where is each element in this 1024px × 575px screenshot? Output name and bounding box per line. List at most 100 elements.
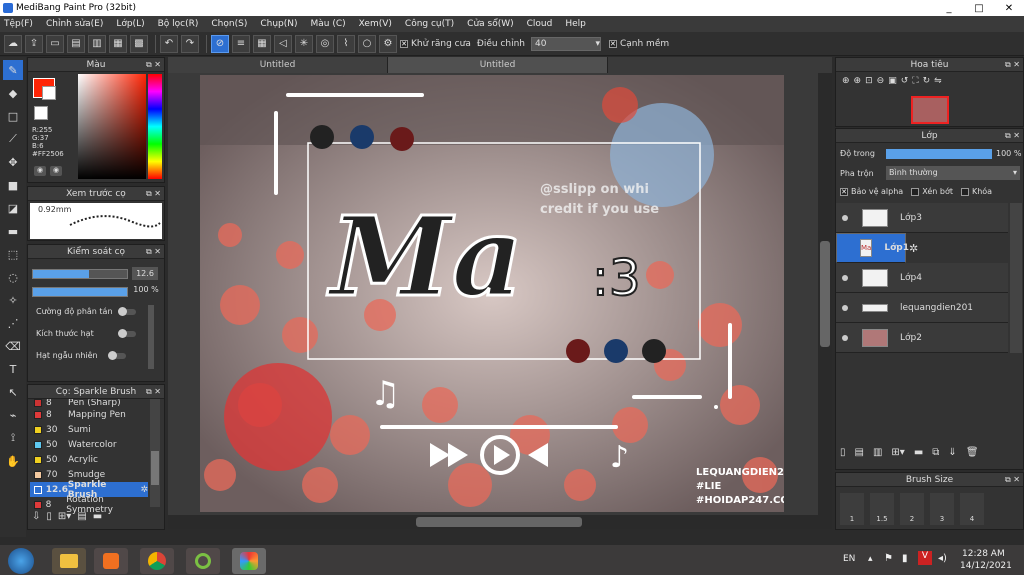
new-halftone-layer-icon[interactable]: ▤ xyxy=(855,447,864,458)
color-mode-icon[interactable]: ◉ xyxy=(34,166,46,176)
antialias-checkbox[interactable]: ✕ xyxy=(400,39,408,48)
color-palette-icon[interactable]: ◉ xyxy=(50,166,62,176)
add-brush-icon[interactable]: ⊞▾ xyxy=(58,511,71,522)
snap-ellipse-icon[interactable]: ○ xyxy=(358,34,376,53)
brush-size-preset[interactable]: 4 xyxy=(960,493,984,525)
brush-size-slider[interactable] xyxy=(32,269,128,279)
panel-popout-icon[interactable]: ⧉ ✕ xyxy=(1005,129,1020,143)
random-slider[interactable] xyxy=(108,351,126,360)
layer-row[interactable]: Lớp4 xyxy=(836,263,1008,293)
menu-view[interactable]: Xem(V) xyxy=(359,19,392,29)
blend-mode-select[interactable]: Bình thường ▾ xyxy=(886,166,1020,180)
eyedropper-tool-icon[interactable]: ⟟ xyxy=(3,428,23,448)
list-item[interactable]: 8 Mapping Pen xyxy=(30,407,148,422)
close-button[interactable]: ✕ xyxy=(994,0,1024,16)
soft-edge-checkbox[interactable]: ✕ xyxy=(608,39,617,48)
layer-row[interactable]: lequangdien201 xyxy=(836,293,1008,323)
brush-control-scrollbar[interactable] xyxy=(148,305,154,369)
new-layer-icon[interactable]: ▯ xyxy=(840,447,846,458)
eye-icon[interactable] xyxy=(842,214,848,221)
layout-icon[interactable]: ▦ xyxy=(109,34,127,53)
slider-knob[interactable] xyxy=(108,351,117,360)
grain-slider[interactable] xyxy=(118,329,136,338)
operation-tool-icon[interactable]: ↖ xyxy=(3,382,23,402)
explorer-icon[interactable] xyxy=(52,548,86,574)
merge-layer-icon[interactable]: ⇓ xyxy=(948,447,956,458)
layer-list-scrollbar[interactable] xyxy=(1010,203,1022,353)
zoom-out-icon[interactable]: ⊖ xyxy=(877,76,885,86)
cloud-icon[interactable]: ☁ xyxy=(4,34,22,53)
redo-icon[interactable]: ↷ xyxy=(181,34,199,53)
layer-row-selected[interactable]: Ma Lớp1 ✲ xyxy=(836,233,918,263)
snap-off-icon[interactable]: ⊘ xyxy=(211,34,229,53)
rotate-left-icon[interactable]: ↺ xyxy=(901,76,909,86)
background-color-swatch[interactable] xyxy=(42,86,56,100)
bucket-tool-icon[interactable]: ◪ xyxy=(3,198,23,218)
select-tool-icon[interactable]: ⬚ xyxy=(3,244,23,264)
scrollbar-thumb[interactable] xyxy=(820,241,830,347)
volume-icon[interactable]: ◂) xyxy=(938,553,947,564)
magic-wand-tool-icon[interactable]: ✧ xyxy=(3,290,23,310)
folder-icon[interactable]: ▬ xyxy=(914,447,923,458)
slider-knob[interactable] xyxy=(118,329,127,338)
undo-icon[interactable]: ↶ xyxy=(160,34,178,53)
gear-icon[interactable]: ✲ xyxy=(909,242,918,255)
canvas-vertical-scrollbar[interactable] xyxy=(818,73,832,515)
tray-arrow-icon[interactable]: ▴ xyxy=(868,554,873,564)
share-icon[interactable]: ⇪ xyxy=(25,34,43,53)
brush-size-preset[interactable]: 2 xyxy=(900,493,924,525)
document-icon[interactable]: ▥ xyxy=(88,34,106,53)
snap-curve-icon[interactable]: ⌇ xyxy=(337,34,355,53)
brush-size-value[interactable]: 12.6 xyxy=(132,267,158,280)
rotate-right-icon[interactable]: ↻ xyxy=(923,76,931,86)
menu-select[interactable]: Chọn(S) xyxy=(211,19,247,29)
fill-rect-tool-icon[interactable]: ■ xyxy=(3,175,23,195)
brush-opacity-slider[interactable] xyxy=(32,287,128,297)
canvas-horizontal-scrollbar[interactable] xyxy=(168,515,832,529)
delete-layer-icon[interactable]: 🗑 xyxy=(966,447,979,458)
folder-icon[interactable]: ▬ xyxy=(93,511,102,522)
menu-edit[interactable]: Chỉnh sửa(E) xyxy=(46,19,103,29)
brush-settings-icon[interactable]: ▤ xyxy=(77,511,86,522)
panel-popout-icon[interactable]: ⧉ ✕ xyxy=(146,58,161,72)
list-item[interactable]: 8 Rotation Symmetry xyxy=(30,495,148,515)
zoom-in-icon[interactable]: ⊕ xyxy=(854,76,862,86)
line-tool-icon[interactable]: ⟋ xyxy=(3,129,23,149)
select-pen-tool-icon[interactable]: ⋰ xyxy=(3,313,23,333)
zoom-in-icon[interactable]: ⊕ xyxy=(842,76,850,86)
media-player-icon[interactable] xyxy=(94,548,128,574)
select-eraser-tool-icon[interactable]: ⌫ xyxy=(3,336,23,356)
eye-icon[interactable] xyxy=(842,274,848,281)
artwork-canvas[interactable]: Ma :3 @sslipp on whi credit if you use ♫… xyxy=(200,75,784,512)
snap-grid-icon[interactable]: ▦ xyxy=(253,34,271,53)
color-picker-field[interactable] xyxy=(78,74,146,179)
maximize-button[interactable]: □ xyxy=(964,0,994,16)
hand-tool-icon[interactable]: ✋ xyxy=(3,451,23,471)
scrollbar-thumb[interactable] xyxy=(416,517,582,527)
divide-tool-icon[interactable]: ⌁ xyxy=(3,405,23,425)
new-brush-icon[interactable]: ▯ xyxy=(46,511,52,522)
gradient-tool-icon[interactable]: ▬ xyxy=(3,221,23,241)
panel-popout-icon[interactable]: ⧉ ✕ xyxy=(146,245,161,259)
slider-knob[interactable] xyxy=(118,307,127,316)
minimize-button[interactable]: _ xyxy=(934,0,964,16)
brush-size-preset[interactable]: 1.5 xyxy=(870,493,894,525)
brush-tool-icon[interactable]: ✎ xyxy=(3,60,23,80)
add-layer-icon[interactable]: ⊞▾ xyxy=(891,447,904,458)
snap-circle-icon[interactable]: ◎ xyxy=(316,34,334,53)
eye-icon[interactable] xyxy=(842,304,848,311)
grid-icon[interactable]: ▩ xyxy=(130,34,148,53)
panel-popout-icon[interactable]: ⧉ ✕ xyxy=(146,187,161,201)
text-tool-icon[interactable]: T xyxy=(3,359,23,379)
actual-size-icon[interactable]: ▣ xyxy=(888,76,897,86)
lock-checkbox[interactable] xyxy=(960,187,969,196)
eraser-tool-icon[interactable]: ◆ xyxy=(3,83,23,103)
clipping-checkbox[interactable] xyxy=(911,187,920,196)
network-icon[interactable]: ▮ xyxy=(902,553,908,564)
correction-select[interactable]: 40 ▾ xyxy=(530,36,601,51)
antivirus-icon[interactable]: V xyxy=(918,551,932,565)
lasso-tool-icon[interactable]: ◌ xyxy=(3,267,23,287)
eye-icon[interactable] xyxy=(842,334,848,341)
new-1bit-layer-icon[interactable]: ▥ xyxy=(873,447,882,458)
panel-popout-icon[interactable]: ⧉ ✕ xyxy=(146,385,161,399)
